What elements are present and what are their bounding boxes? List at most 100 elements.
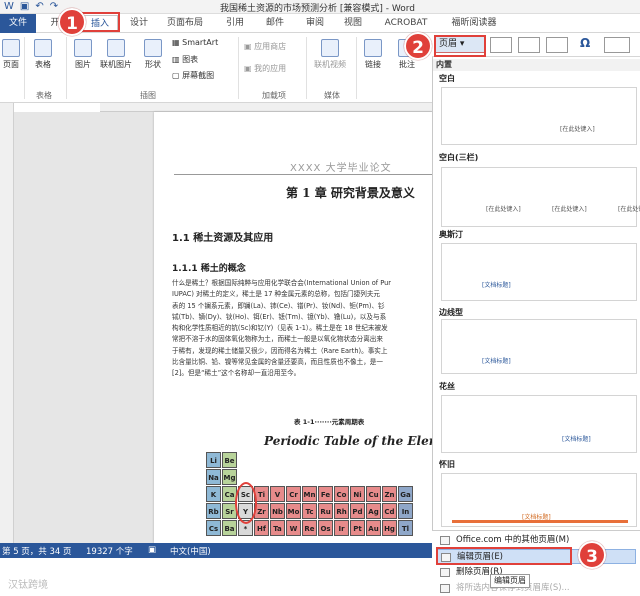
page-count[interactable]: 第 5 页，共 34 页 (2, 545, 72, 557)
menu-item-remove-header[interactable]: 删除页眉(R) (436, 565, 636, 580)
callout-badge-2: 2 (404, 32, 432, 60)
redo-icon[interactable]: ↷ (50, 1, 58, 12)
vertical-ruler[interactable] (0, 103, 14, 543)
callout-badge-1: 1 (58, 8, 86, 36)
app-store-button[interactable]: ▣ 应用商店 (244, 41, 286, 52)
tab-page-layout[interactable]: 页面布局 (162, 15, 208, 32)
save-selection-icon (440, 584, 450, 593)
tab-file[interactable]: 文件 (0, 14, 36, 33)
gallery-item-austin[interactable]: [文档标题] (441, 243, 637, 301)
periodic-table-title: Periodic Table of the Elements (264, 434, 432, 448)
paragraph-line: 比含量比铜、铅、镍等常见金属的含量还要高，而且性质也不像土，是一 (172, 358, 383, 367)
element-cell: Pt (350, 520, 365, 536)
save-icon[interactable]: ▣ (20, 1, 29, 12)
smartart-button[interactable]: ▦ SmartArt (172, 38, 218, 47)
document-page[interactable]: XXXX 大学毕业论文 第 1 章 研究背景及意义 1.1 稀土资源及其应用 1… (154, 112, 432, 543)
gallery-item-retro[interactable]: [文档标题] (441, 473, 637, 527)
horizontal-ruler[interactable] (100, 103, 432, 112)
gallery-item-label: 边线型 (439, 308, 463, 317)
element-cell: Cs (206, 520, 221, 536)
table-caption: 表 1-1·······元素周期表 (294, 418, 365, 426)
tab-foxit[interactable]: 福昕阅读器 (444, 15, 504, 32)
gallery-item-blank-three-column[interactable]: [在此处键入] [在此处键入] [在此处键入] (441, 167, 640, 227)
element-cell: K (206, 486, 221, 502)
gallery-section-builtin: 内置 (433, 59, 640, 71)
word-count[interactable]: 19327 个字 (86, 545, 133, 557)
element-cell: Hg (382, 520, 397, 536)
element-cell: Re (302, 520, 317, 536)
proofing-icon[interactable]: ▣ (148, 545, 156, 555)
element-cell: Co (334, 486, 349, 502)
tab-view[interactable]: 视图 (338, 15, 368, 32)
element-cell: Mg (222, 469, 237, 485)
word-logo-icon: W (4, 1, 14, 12)
group-label-addins: 加载项 (262, 91, 286, 100)
shapes-button[interactable]: 形状 (144, 39, 162, 70)
picture-button[interactable]: 图片 (74, 39, 92, 70)
chart-button[interactable]: ▥ 图表 (172, 54, 198, 65)
highlight-header-button (434, 35, 486, 57)
link-button[interactable]: 链接 (364, 39, 382, 70)
undo-icon[interactable]: ↶ (35, 1, 43, 12)
flash-icon[interactable] (604, 37, 630, 53)
window-title: 我国稀土资源的市场预测分析 [兼容模式] - Word (220, 4, 415, 14)
element-cell: Tc (302, 503, 317, 519)
gallery-item-label: 空白(三栏) (439, 153, 479, 162)
signature-icon[interactable] (546, 37, 568, 53)
tab-mailings[interactable]: 邮件 (260, 15, 290, 32)
group-label-illustrations: 插图 (140, 91, 156, 100)
divider (66, 37, 67, 99)
quick-parts-icon[interactable] (518, 37, 540, 53)
header-divider (174, 174, 432, 175)
element-cell: Os (318, 520, 333, 536)
element-cell: Li (206, 452, 221, 468)
table-icon (34, 39, 52, 57)
paragraph-line: 铽(Tb)、镝(Dy)、钬(Ho)、铒(Er)、铥(Tm)、镱(Yb)、镥(Lu… (172, 312, 387, 321)
paragraph-line: 什么是稀土？根据国际纯粹与应用化学联合会(International Union… (172, 279, 391, 287)
omega-icon[interactable]: Ω (580, 36, 590, 50)
retro-bar (452, 520, 628, 523)
highlight-insert-tab (82, 12, 120, 32)
paragraph-line: 构和化学性质相近的钪(Sc)和钇(Y)（见表 1-1）。稀土是在 18 世纪末被… (172, 324, 388, 333)
element-cell: Cd (382, 503, 397, 519)
link-icon (364, 39, 382, 57)
element-cell: Na (206, 469, 221, 485)
element-cell: Ga (398, 486, 413, 502)
gallery-item-sideline[interactable]: [文档标题] (441, 319, 637, 374)
group-label-media: 媒体 (324, 91, 340, 100)
video-icon (321, 39, 339, 57)
tab-design[interactable]: 设计 (124, 15, 154, 32)
textbox-icon[interactable] (490, 37, 512, 53)
paragraph-line: 表的 15 个镧系元素，即镧(La)、铈(Ce)、镨(Pr)、钕(Nd)、钷(P… (172, 301, 385, 310)
element-cell: Ag (366, 503, 381, 519)
element-cell: Ba (222, 520, 237, 536)
shapes-icon (144, 39, 162, 57)
element-cell: Rb (206, 503, 221, 519)
menu-item-more-headers[interactable]: Office.com 中的其他页眉(M) (436, 533, 636, 548)
gallery-item-filigree[interactable]: [文档标题] (441, 395, 637, 453)
language-indicator[interactable]: 中文(中国) (170, 545, 211, 557)
element-cell: Mo (286, 503, 301, 519)
element-cell: Rh (334, 503, 349, 519)
page-button[interactable]: 页面 (2, 39, 20, 70)
element-cell: In (398, 503, 413, 519)
status-bar: 第 5 页，共 34 页 19327 个字 ▣ 中文(中国) (0, 543, 432, 558)
tab-references[interactable]: 引用 (220, 15, 250, 32)
tab-acrobat[interactable]: ACROBAT (380, 15, 432, 32)
element-cell: Cu (366, 486, 381, 502)
store-icon: ▣ (244, 42, 255, 51)
gallery-item-blank[interactable]: [在此处键入] (441, 87, 637, 145)
table-button[interactable]: 表格 (34, 39, 52, 70)
divider (356, 37, 357, 99)
smartart-icon: ▦ (172, 38, 183, 47)
online-picture-button[interactable]: 联机图片 (100, 39, 132, 70)
element-cell: Cr (286, 486, 301, 502)
element-cell: Mn (302, 486, 317, 502)
tab-review[interactable]: 审阅 (300, 15, 330, 32)
my-apps-button[interactable]: ▣ 我的应用 (244, 63, 286, 74)
element-cell: Ni (350, 486, 365, 502)
online-video-button[interactable]: 联机视频 (314, 39, 346, 70)
page-header-text[interactable]: XXXX 大学毕业论文 (290, 159, 392, 174)
screenshot-button[interactable]: ▢ 屏幕截图 (172, 70, 214, 81)
element-cell: Tl (398, 520, 413, 536)
